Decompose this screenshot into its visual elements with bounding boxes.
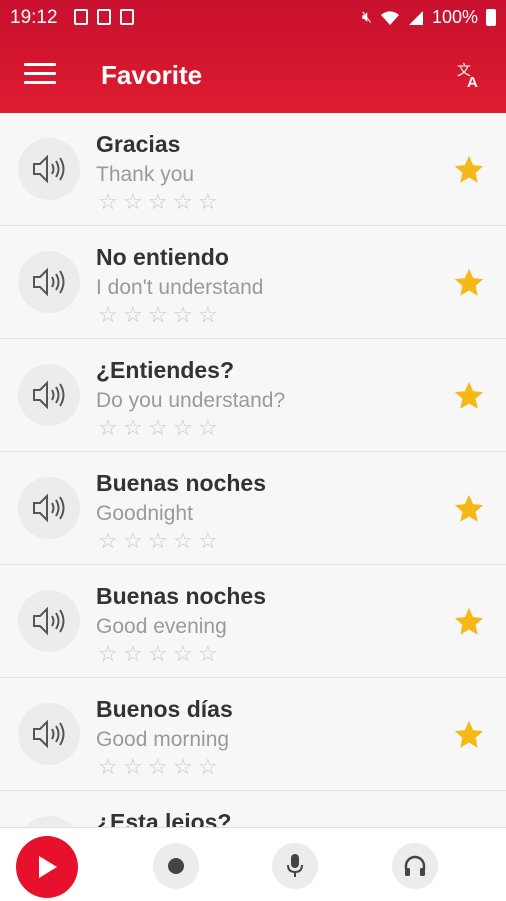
star-rating[interactable]: ☆ ☆ ☆ ☆ ☆ xyxy=(98,304,219,326)
rating-star-icon[interactable]: ☆ xyxy=(173,191,194,213)
translation-text: Goodnight xyxy=(96,502,193,525)
rating-star-icon[interactable]: ☆ xyxy=(198,304,219,326)
wifi-icon xyxy=(380,10,400,26)
favorite-star-icon[interactable] xyxy=(452,605,486,639)
rating-star-icon[interactable]: ☆ xyxy=(198,530,219,552)
rating-star-icon[interactable]: ☆ xyxy=(198,756,219,778)
star-rating[interactable]: ☆ ☆ ☆ ☆ ☆ xyxy=(98,643,219,665)
speaker-icon[interactable] xyxy=(18,816,80,827)
status-right: 🔇︎ 100% xyxy=(362,7,496,28)
translate-icon[interactable]: 文 A xyxy=(454,60,484,91)
translation-text: I don't understand xyxy=(96,276,264,299)
app-bar: 19:12 🔇︎ 100% Favorite 文 A xyxy=(0,0,506,113)
list-item: No entiendo I don't understand ☆ ☆ ☆ ☆ ☆ xyxy=(0,226,506,339)
list-item: Gracias Thank you ☆ ☆ ☆ ☆ ☆ xyxy=(0,113,506,226)
rating-star-icon[interactable]: ☆ xyxy=(98,417,119,439)
translation-text: Thank you xyxy=(96,163,195,186)
app-icon xyxy=(120,9,134,25)
speaker-icon[interactable] xyxy=(18,251,80,313)
rating-star-icon[interactable]: ☆ xyxy=(148,417,169,439)
rating-star-icon[interactable]: ☆ xyxy=(173,417,194,439)
rating-star-icon[interactable]: ☆ xyxy=(173,756,194,778)
notification-icons xyxy=(74,9,134,25)
list-item: ¿Esta lejos? xyxy=(0,791,506,827)
rating-star-icon[interactable]: ☆ xyxy=(123,191,144,213)
star-rating[interactable]: ☆ ☆ ☆ ☆ ☆ xyxy=(98,756,219,778)
rating-star-icon[interactable]: ☆ xyxy=(123,643,144,665)
camera-icon xyxy=(97,9,111,25)
rating-star-icon[interactable]: ☆ xyxy=(123,756,144,778)
list-item: Buenos días Good morning ☆ ☆ ☆ ☆ ☆ xyxy=(0,678,506,791)
speaker-icon[interactable] xyxy=(18,477,80,539)
battery-icon xyxy=(486,9,496,26)
svg-text:A: A xyxy=(467,74,478,90)
rating-star-icon[interactable]: ☆ xyxy=(123,304,144,326)
rating-star-icon[interactable]: ☆ xyxy=(123,417,144,439)
star-rating[interactable]: ☆ ☆ ☆ ☆ ☆ xyxy=(98,530,219,552)
phrase-text: Buenas noches xyxy=(96,470,266,496)
shopping-bag-icon xyxy=(74,9,88,25)
list-item: Buenas noches Good evening ☆ ☆ ☆ ☆ ☆ xyxy=(0,565,506,678)
phrase-text: ¿Esta lejos? xyxy=(96,809,232,827)
rating-star-icon[interactable]: ☆ xyxy=(148,191,169,213)
signal-icon xyxy=(408,10,424,26)
status-bar: 19:12 🔇︎ 100% xyxy=(0,0,506,36)
star-rating[interactable]: ☆ ☆ ☆ ☆ ☆ xyxy=(98,191,219,213)
rating-star-icon[interactable]: ☆ xyxy=(173,304,194,326)
favorite-star-icon[interactable] xyxy=(452,718,486,752)
rating-star-icon[interactable]: ☆ xyxy=(173,530,194,552)
phrase-text: ¿Entiendes? xyxy=(96,357,235,383)
favorite-star-icon[interactable] xyxy=(452,492,486,526)
rating-star-icon[interactable]: ☆ xyxy=(98,643,119,665)
speaker-icon[interactable] xyxy=(18,590,80,652)
rating-star-icon[interactable]: ☆ xyxy=(148,756,169,778)
phrase-text: Buenos días xyxy=(96,696,233,722)
rating-star-icon[interactable]: ☆ xyxy=(198,643,219,665)
favorite-star-icon[interactable] xyxy=(452,266,486,300)
headphones-icon[interactable] xyxy=(392,843,438,889)
star-rating[interactable]: ☆ ☆ ☆ ☆ ☆ xyxy=(98,417,219,439)
rating-star-icon[interactable]: ☆ xyxy=(98,191,119,213)
rating-star-icon[interactable]: ☆ xyxy=(98,756,119,778)
battery-percent: 100% xyxy=(431,7,478,27)
microphone-icon[interactable] xyxy=(272,843,318,889)
favorite-star-icon[interactable] xyxy=(452,153,486,187)
rating-star-icon[interactable]: ☆ xyxy=(98,530,119,552)
rating-star-icon[interactable]: ☆ xyxy=(173,643,194,665)
rating-star-icon[interactable]: ☆ xyxy=(198,191,219,213)
bottom-bar xyxy=(0,827,506,901)
speaker-icon[interactable] xyxy=(18,138,80,200)
rating-star-icon[interactable]: ☆ xyxy=(148,530,169,552)
speaker-icon[interactable] xyxy=(18,364,80,426)
page-title: Favorite xyxy=(101,60,203,90)
rating-star-icon[interactable]: ☆ xyxy=(198,417,219,439)
rating-star-icon[interactable]: ☆ xyxy=(148,304,169,326)
translation-text: Good evening xyxy=(96,615,227,638)
rating-star-icon[interactable]: ☆ xyxy=(148,643,169,665)
record-icon[interactable] xyxy=(153,843,199,889)
rating-star-icon[interactable]: ☆ xyxy=(98,304,119,326)
phrase-text: No entiendo xyxy=(96,244,229,270)
list-item: Buenas noches Goodnight ☆ ☆ ☆ ☆ ☆ xyxy=(0,452,506,565)
phrase-text: Buenas noches xyxy=(96,583,266,609)
phrase-text: Gracias xyxy=(96,131,181,157)
phrase-list: Gracias Thank you ☆ ☆ ☆ ☆ ☆ No entiendo I do… xyxy=(0,113,506,827)
translation-text: Good morning xyxy=(96,728,230,751)
status-time: 19:12 xyxy=(10,7,58,28)
speaker-icon[interactable] xyxy=(18,703,80,765)
play-icon[interactable] xyxy=(16,836,78,898)
menu-icon[interactable] xyxy=(24,63,56,85)
translation-text: Do you understand? xyxy=(96,389,286,412)
mute-icon: 🔇︎ xyxy=(361,8,372,26)
rating-star-icon[interactable]: ☆ xyxy=(123,530,144,552)
favorite-star-icon[interactable] xyxy=(452,379,486,413)
list-item: ¿Entiendes? Do you understand? ☆ ☆ ☆ ☆ ☆ xyxy=(0,339,506,452)
